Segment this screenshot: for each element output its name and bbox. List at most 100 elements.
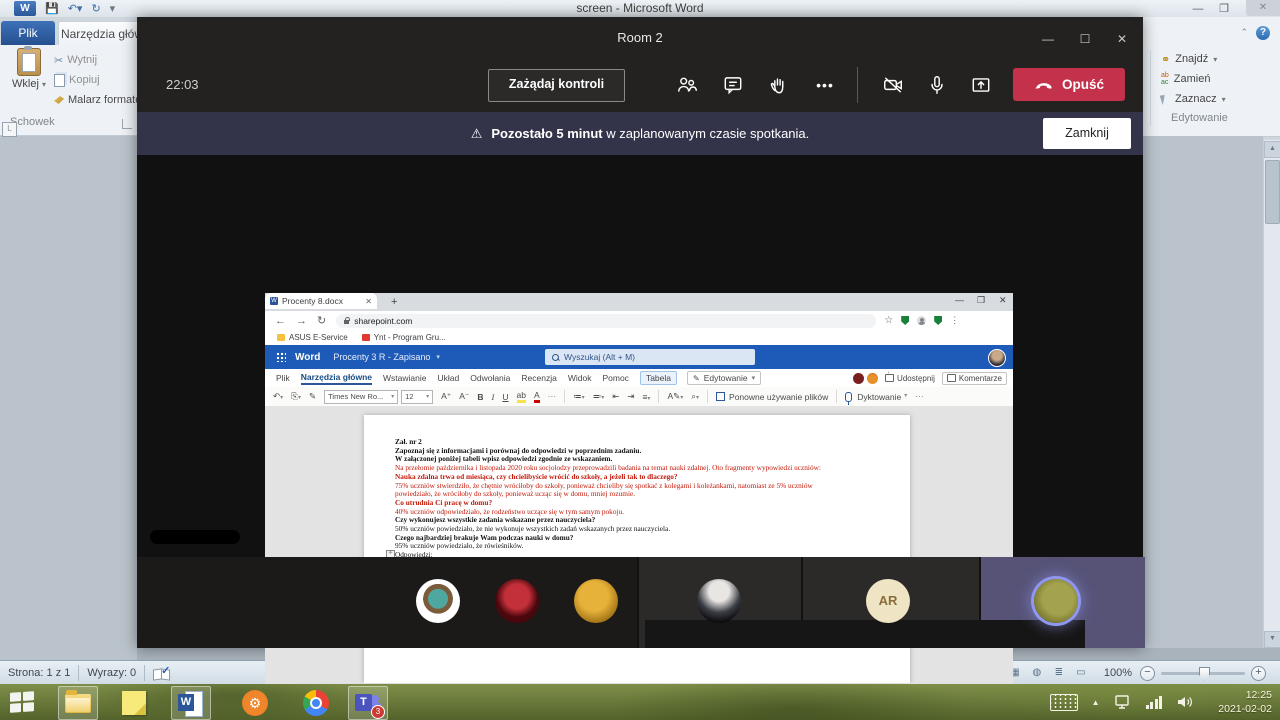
word-titlebar[interactable]: W 💾 ↶▾ ↻ ▾ screen - Microsoft Word — ❐ ✕ <box>0 0 1280 18</box>
share-screen-icon[interactable] <box>970 74 992 96</box>
more-font-options-icon[interactable]: ⋯ <box>548 391 557 402</box>
coauthor-avatar[interactable] <box>867 373 878 384</box>
copy-button[interactable]: Kopiuj <box>54 71 100 89</box>
italic-icon[interactable]: I <box>492 392 495 402</box>
coauthor-avatar[interactable] <box>853 373 864 384</box>
teams-close-icon[interactable]: ✕ <box>1114 31 1130 47</box>
paste-button[interactable]: Wklej ▾ <box>6 48 52 114</box>
teams-maximize-icon[interactable]: ☐ <box>1077 31 1093 47</box>
clipboard-dialog-launcher[interactable] <box>122 119 132 129</box>
bullets-icon[interactable]: ≔▾ <box>573 391 585 402</box>
clock[interactable]: 12:25 2021-02-02 <box>1218 688 1272 716</box>
styles-icon[interactable]: A✎▾ <box>667 391 683 402</box>
search-input[interactable]: Wyszukaj (Alt + M) <box>545 349 755 365</box>
editing-mode-dropdown[interactable]: ✎ Edytowanie ▾ <box>687 371 761 385</box>
app-launcher-icon[interactable] <box>276 352 286 362</box>
zoom-slider-thumb[interactable] <box>1199 667 1210 681</box>
numbering-icon[interactable]: ≕▾ <box>593 391 605 402</box>
teams-minimize-icon[interactable]: — <box>1040 31 1056 47</box>
banner-close-button[interactable]: Zamknij <box>1043 118 1131 149</box>
address-bar[interactable]: sharepoint.com <box>336 314 876 328</box>
new-tab-icon[interactable]: + <box>391 296 397 308</box>
participant-avatar[interactable] <box>697 579 741 623</box>
network-icon[interactable] <box>1114 694 1132 710</box>
restore-button[interactable]: ❐ <box>1216 2 1232 15</box>
zoom-out-button[interactable]: − <box>1140 666 1155 681</box>
taskbar-sticky-notes[interactable] <box>114 686 154 720</box>
tab-file[interactable]: Plik <box>1 21 55 45</box>
outline-view-button[interactable]: ≣ <box>1048 664 1070 683</box>
bookmark-item[interactable]: ASUS E-Service <box>277 333 348 342</box>
signal-strength-icon[interactable] <box>1146 696 1163 709</box>
tray-expand-icon[interactable]: ▲ <box>1092 698 1100 707</box>
more-options-icon[interactable]: ••• <box>814 74 836 96</box>
raise-hand-icon[interactable] <box>768 74 790 96</box>
save-icon[interactable]: 💾 <box>45 2 59 15</box>
menu-layout[interactable]: Układ <box>438 373 460 383</box>
menu-review[interactable]: Recenzja <box>521 373 556 383</box>
chat-icon[interactable] <box>722 74 744 96</box>
grow-font-icon[interactable]: A⁺ <box>441 391 451 402</box>
bookmark-star-icon[interactable]: ☆ <box>884 315 893 326</box>
title-dropdown-icon[interactable]: ▾ <box>436 353 440 361</box>
word-count[interactable]: Wyrazy: 0 <box>87 667 136 679</box>
increase-indent-icon[interactable]: ⇥ <box>627 391 634 402</box>
participant-avatar-initials[interactable]: AR <box>866 579 910 623</box>
format-painter-icon[interactable]: ✎ <box>309 391 316 402</box>
extension-shield-icon[interactable] <box>934 316 942 325</box>
undo-icon[interactable]: ↶▾ <box>68 2 83 15</box>
bookmark-item[interactable]: Ynt - Program Gru... <box>362 333 446 342</box>
tab-home[interactable]: Narzędzia głów <box>58 21 146 46</box>
menu-home[interactable]: Narzędzia główne <box>301 372 372 385</box>
browser-menu-icon[interactable]: ⋮ <box>950 315 959 326</box>
browser-minimize-icon[interactable]: — <box>955 295 964 305</box>
find-button[interactable]: ⚭ Znajdź▾ <box>1161 50 1217 68</box>
zoom-level[interactable]: 100% <box>1104 667 1132 679</box>
bold-icon[interactable]: B <box>477 392 483 402</box>
help-icon[interactable]: ? <box>1256 26 1270 40</box>
format-painter-button[interactable]: Malarz formatów <box>54 91 137 109</box>
participant-avatar[interactable] <box>495 579 539 623</box>
participant-avatar[interactable] <box>416 579 460 623</box>
decrease-indent-icon[interactable]: ⇤ <box>612 391 619 402</box>
browser-tab[interactable]: W Procenty 8.docx ✕ <box>265 293 377 309</box>
shrink-font-icon[interactable]: A⁻ <box>459 391 469 402</box>
share-button[interactable]: Udostępnij <box>885 374 935 383</box>
touch-keyboard-icon[interactable] <box>1050 694 1078 711</box>
document-title[interactable]: Procenty 3 R - Zapisano <box>333 352 430 362</box>
browser-restore-icon[interactable]: ❐ <box>977 295 985 306</box>
zoom-slider[interactable] <box>1161 672 1245 675</box>
scroll-up-icon[interactable]: ▲ <box>1264 141 1280 158</box>
menu-help[interactable]: Pomoc <box>602 373 628 383</box>
zoom-in-button[interactable]: + <box>1251 666 1266 681</box>
menu-table[interactable]: Tabela <box>640 371 677 385</box>
menu-insert[interactable]: Wstawianie <box>383 373 426 383</box>
participant-avatar-speaking[interactable] <box>1034 579 1078 623</box>
leave-button[interactable]: Opuść <box>1013 68 1125 101</box>
menu-view[interactable]: Widok <box>568 373 592 383</box>
browser-close-icon[interactable]: ✕ <box>999 295 1007 306</box>
account-avatar[interactable] <box>988 349 1006 367</box>
forward-icon[interactable]: → <box>296 315 307 327</box>
adblock-shield-icon[interactable] <box>901 316 909 325</box>
spellcheck-icon[interactable] <box>153 667 169 680</box>
comments-button[interactable]: Komentarze <box>942 372 1007 385</box>
taskbar-teams[interactable]: T 3 <box>348 686 388 720</box>
toolbar-overflow-icon[interactable]: ⋯ <box>915 391 924 402</box>
word-app-icon[interactable]: W <box>14 1 36 16</box>
page-indicator[interactable]: Strona: 1 z 1 <box>8 667 70 679</box>
draft-view-button[interactable]: ▭ <box>1070 664 1092 683</box>
reuse-files-button[interactable]: Ponowne używanie plików <box>716 392 828 402</box>
underline-icon[interactable]: U <box>502 392 508 402</box>
find-icon[interactable]: ⌕▾ <box>691 391 699 402</box>
cut-button[interactable]: ✂Wytnij <box>54 51 97 69</box>
profile-icon[interactable] <box>917 316 926 325</box>
ribbon-collapse-icon[interactable]: ⌃ <box>1240 27 1248 38</box>
scrollbar-thumb[interactable] <box>1265 160 1280 224</box>
taskbar-explorer[interactable] <box>58 686 98 720</box>
font-name-select[interactable]: Times New Ro...▾ <box>324 390 398 404</box>
highlight-icon[interactable]: ab <box>517 390 526 403</box>
taskbar-word[interactable]: W <box>171 686 211 720</box>
minimize-button[interactable]: — <box>1190 2 1206 15</box>
dictate-button[interactable]: Dyktowanie▾ <box>857 392 907 402</box>
